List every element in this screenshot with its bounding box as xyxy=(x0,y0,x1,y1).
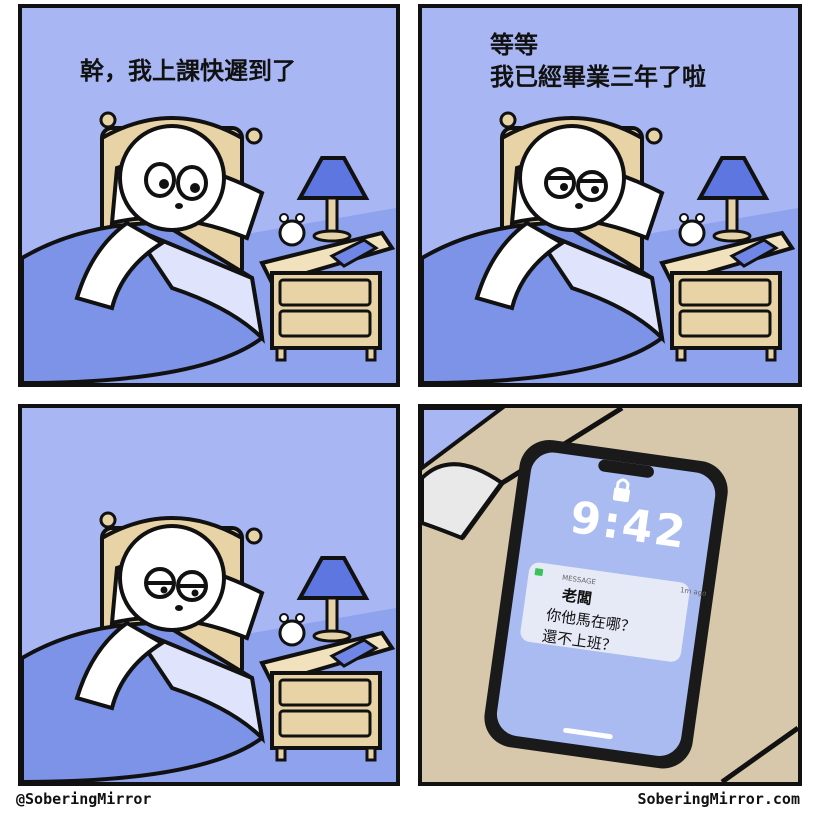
notification-sender: 老闆 xyxy=(560,585,594,608)
comic-panel-1: 幹，我上課快遲到了 xyxy=(18,4,400,387)
credit-website: SoberingMirror.com xyxy=(637,790,800,808)
caption-text: 幹，我上課快遲到了 xyxy=(80,57,296,85)
phone-closeup-scene xyxy=(422,408,798,782)
credit-handle: @SoberingMirror xyxy=(16,790,152,808)
caption-text-line1: 等等 xyxy=(490,31,538,59)
comic-panel-3 xyxy=(18,404,400,786)
bedroom-scene-3 xyxy=(22,511,396,782)
comic-panel-4: 9:42 MESSAGE 1m ago 老闆 你他馬在哪？ 還不上班？ xyxy=(418,404,802,786)
comic-panel-2: 等等 我已經畢業三年了啦 xyxy=(418,4,802,387)
caption-text-line2: 我已經畢業三年了啦 xyxy=(490,63,706,91)
